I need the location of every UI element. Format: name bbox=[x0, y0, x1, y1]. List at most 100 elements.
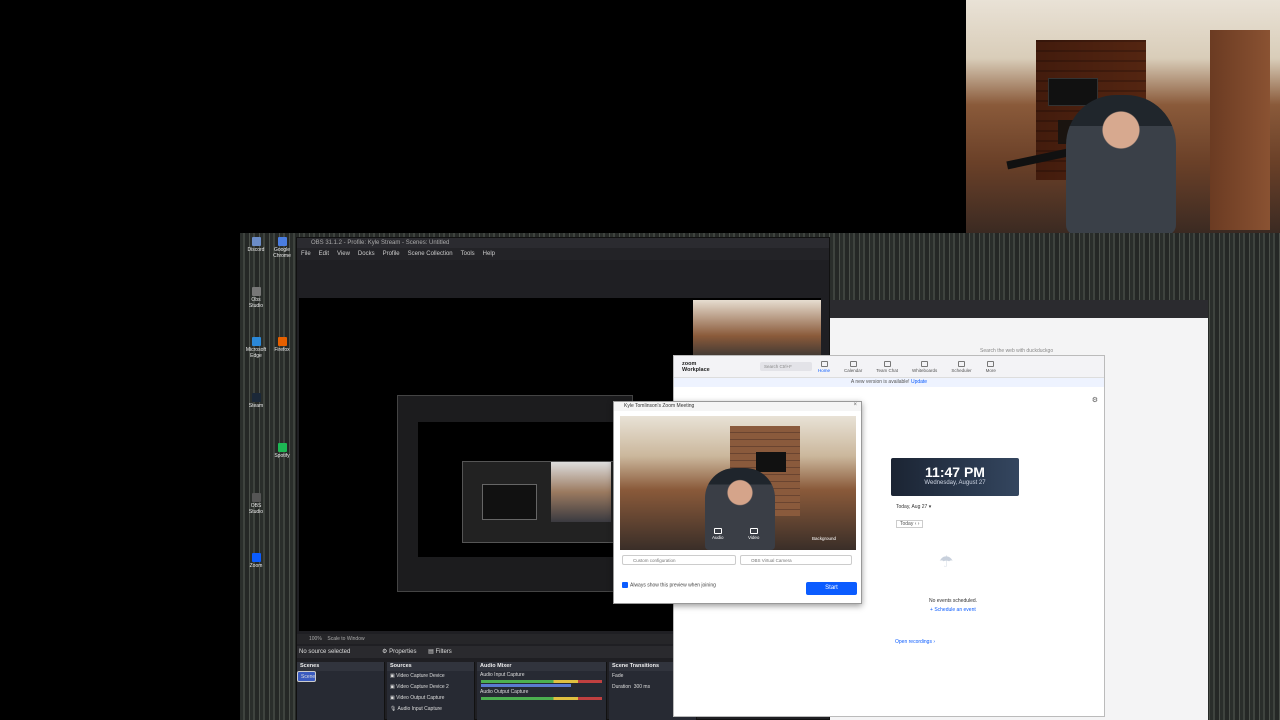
open-recordings-link[interactable]: Open recordings › bbox=[895, 639, 935, 645]
source-item[interactable]: ▣ Video Capture Device bbox=[387, 671, 474, 682]
desktop-icon[interactable]: Microsoft Edge bbox=[244, 337, 268, 359]
scene-item[interactable]: Scene bbox=[297, 671, 317, 682]
scenes-header: Scenes bbox=[297, 662, 384, 671]
source-item[interactable]: ▣ Video Capture Device 2 bbox=[387, 682, 474, 693]
properties-label: Properties bbox=[389, 649, 417, 655]
nav-home[interactable]: Home bbox=[818, 360, 830, 373]
browser-toolbar bbox=[830, 300, 1208, 318]
source-label: Audio Input Capture bbox=[397, 706, 442, 712]
app-icon bbox=[251, 337, 261, 346]
chat-icon bbox=[883, 360, 891, 367]
desktop-icon[interactable]: Discord bbox=[244, 237, 268, 253]
menu-view[interactable]: View bbox=[337, 248, 350, 260]
app-icon bbox=[251, 493, 261, 502]
desktop-icon[interactable]: OBS Studio bbox=[244, 493, 268, 515]
video-preview: Audio Video Background bbox=[620, 416, 856, 550]
settings-gear-icon[interactable]: ⚙ bbox=[1092, 396, 1098, 404]
nested-window-inner bbox=[482, 484, 537, 520]
meeting-preview-dialog: Kyle Tomlinson's Zoom Meeting × Audio Vi… bbox=[613, 401, 862, 604]
update-link[interactable]: Update bbox=[911, 379, 927, 385]
camera-icon bbox=[749, 528, 758, 534]
open-recordings-label: Open recordings bbox=[895, 639, 932, 645]
today-dropdown[interactable]: Today, Aug 27 ▾ bbox=[896, 504, 931, 510]
menu-tools[interactable]: Tools bbox=[461, 248, 475, 260]
desktop-icon-label: Firefox bbox=[274, 347, 290, 353]
app-icon bbox=[251, 393, 261, 402]
umbrella-icon: ☂ bbox=[939, 554, 954, 571]
microphone-icon bbox=[713, 528, 722, 534]
streamer-image bbox=[1066, 95, 1176, 233]
volume-meter bbox=[481, 697, 602, 700]
desktop-icon[interactable]: Steam bbox=[244, 393, 268, 409]
no-events-text: No events scheduled. bbox=[929, 598, 978, 604]
obs-menubar: File Edit View Docks Profile Scene Colle… bbox=[297, 248, 829, 260]
menu-help[interactable]: Help bbox=[483, 248, 495, 260]
schedule-event-label: Schedule an event bbox=[934, 607, 976, 613]
today-label: Today, Aug 27 bbox=[896, 504, 928, 510]
filters-label: Filters bbox=[435, 649, 452, 655]
start-button[interactable]: Start bbox=[806, 582, 857, 595]
today-button[interactable]: Today ‹ › bbox=[896, 520, 924, 528]
audio-toggle[interactable]: Audio bbox=[712, 528, 724, 540]
menu-docks[interactable]: Docks bbox=[358, 248, 375, 260]
no-source-label: No source selected bbox=[299, 649, 351, 655]
desktop-icon[interactable]: Zoom bbox=[244, 553, 268, 569]
today-button-label: Today bbox=[900, 521, 914, 527]
desktop-icon-label: Microsoft Edge bbox=[245, 347, 267, 359]
nav-calendar[interactable]: Calendar bbox=[844, 360, 862, 373]
nav-scheduler-label: Scheduler bbox=[951, 367, 972, 373]
menu-edit[interactable]: Edit bbox=[319, 248, 329, 260]
nav-scheduler[interactable]: Scheduler bbox=[951, 360, 972, 373]
nested-obs-preview bbox=[397, 395, 633, 592]
browser-search-hint[interactable]: Search the web with duckduckgo bbox=[980, 348, 1053, 354]
filters-button[interactable]: ▤ Filters bbox=[428, 649, 452, 655]
nav-more[interactable]: More bbox=[985, 360, 996, 373]
whiteboard-icon bbox=[921, 360, 929, 367]
nav-team-chat[interactable]: Team Chat bbox=[876, 360, 899, 373]
nav-whiteboards[interactable]: Whiteboards bbox=[912, 360, 937, 373]
zoom-logo-line2: Workplace bbox=[682, 366, 710, 373]
more-icon bbox=[987, 360, 995, 367]
desktop-icon[interactable]: Spotify bbox=[270, 443, 294, 459]
search-input[interactable]: Search Ctrl+F bbox=[760, 362, 812, 371]
dialog-title: Kyle Tomlinson's Zoom Meeting bbox=[614, 402, 861, 411]
mixer-channel-label: Audio Output Capture bbox=[480, 689, 529, 695]
desktop-icon-label: Spotify bbox=[274, 453, 290, 459]
video-toggle[interactable]: Video bbox=[748, 528, 759, 540]
video-device-select[interactable]: OBS Virtual Camera bbox=[740, 555, 852, 565]
checkbox-checked-icon bbox=[622, 582, 628, 588]
scenes-dock: Scenes Scene bbox=[297, 662, 385, 720]
desktop-icon[interactable]: Obs Studio bbox=[244, 287, 268, 309]
background-label: Background bbox=[812, 536, 837, 541]
duration-input[interactable]: 300 ms bbox=[634, 684, 650, 690]
zoom-logo: zoom Workplace bbox=[674, 361, 744, 373]
desktop-icon[interactable]: Google Chrome bbox=[270, 237, 294, 259]
nav-team-chat-label: Team Chat bbox=[876, 367, 899, 373]
audio-mixer-header: Audio Mixer bbox=[477, 662, 606, 671]
menu-file[interactable]: File bbox=[301, 248, 311, 260]
background-button[interactable]: Background bbox=[812, 536, 836, 541]
always-show-checkbox[interactable]: Always show this preview when joining bbox=[622, 582, 716, 589]
volume-meter bbox=[481, 680, 602, 683]
scale-mode-select[interactable]: Scale to Window bbox=[327, 636, 364, 642]
volume-slider[interactable] bbox=[481, 684, 572, 687]
update-banner: A new version is available! Update bbox=[674, 378, 1104, 387]
scheduler-icon bbox=[957, 360, 965, 367]
schedule-event-link[interactable]: + Schedule an event bbox=[930, 607, 976, 613]
source-label: Video Output Capture bbox=[396, 695, 445, 701]
source-item[interactable]: 🎙 Audio Input Capture bbox=[387, 704, 474, 715]
preview-webcam-thumb bbox=[693, 300, 821, 360]
clock-card: 11:47 PM Wednesday, August 27 bbox=[891, 458, 1019, 496]
menu-scene-collection[interactable]: Scene Collection bbox=[408, 248, 453, 260]
desktop-icon-label: OBS Studio bbox=[248, 503, 264, 515]
audio-device-value: Custom configuration bbox=[633, 558, 676, 563]
properties-button[interactable]: ⚙ Properties bbox=[382, 649, 416, 655]
menu-profile[interactable]: Profile bbox=[383, 248, 400, 260]
clock-time: 11:47 PM bbox=[925, 464, 985, 480]
close-icon[interactable]: × bbox=[853, 402, 857, 408]
nav-more-label: More bbox=[985, 367, 996, 373]
desktop-icon[interactable]: Firefox bbox=[270, 337, 294, 353]
source-item[interactable]: ▣ Video Output Capture bbox=[387, 693, 474, 704]
zoom-level[interactable]: 100% bbox=[309, 636, 322, 642]
audio-device-select[interactable]: Custom configuration bbox=[622, 555, 736, 565]
